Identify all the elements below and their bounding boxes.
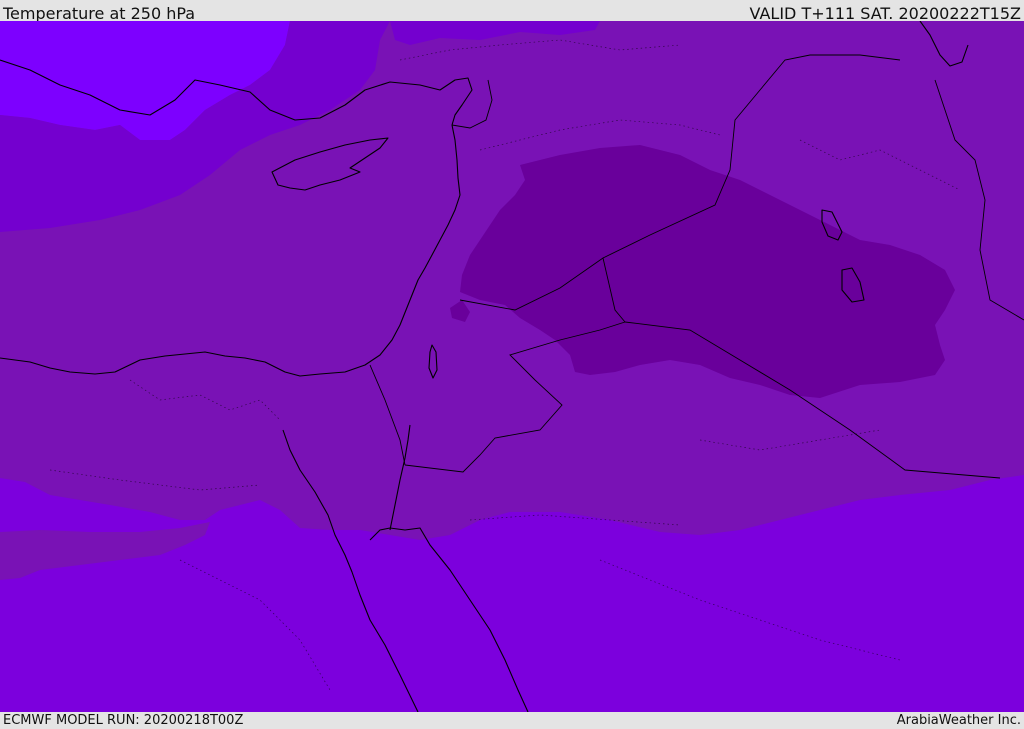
top-bar: Temperature at 250 hPa VALID T+111 SAT. … [0,0,1024,23]
bottom-bar: ECMWF MODEL RUN: 20200218T00Z ArabiaWeat… [0,712,1024,729]
weather-map [0,21,1024,712]
model-run-label: ECMWF MODEL RUN: 20200218T00Z [3,713,244,728]
credit-label: ArabiaWeather Inc. [896,713,1021,728]
